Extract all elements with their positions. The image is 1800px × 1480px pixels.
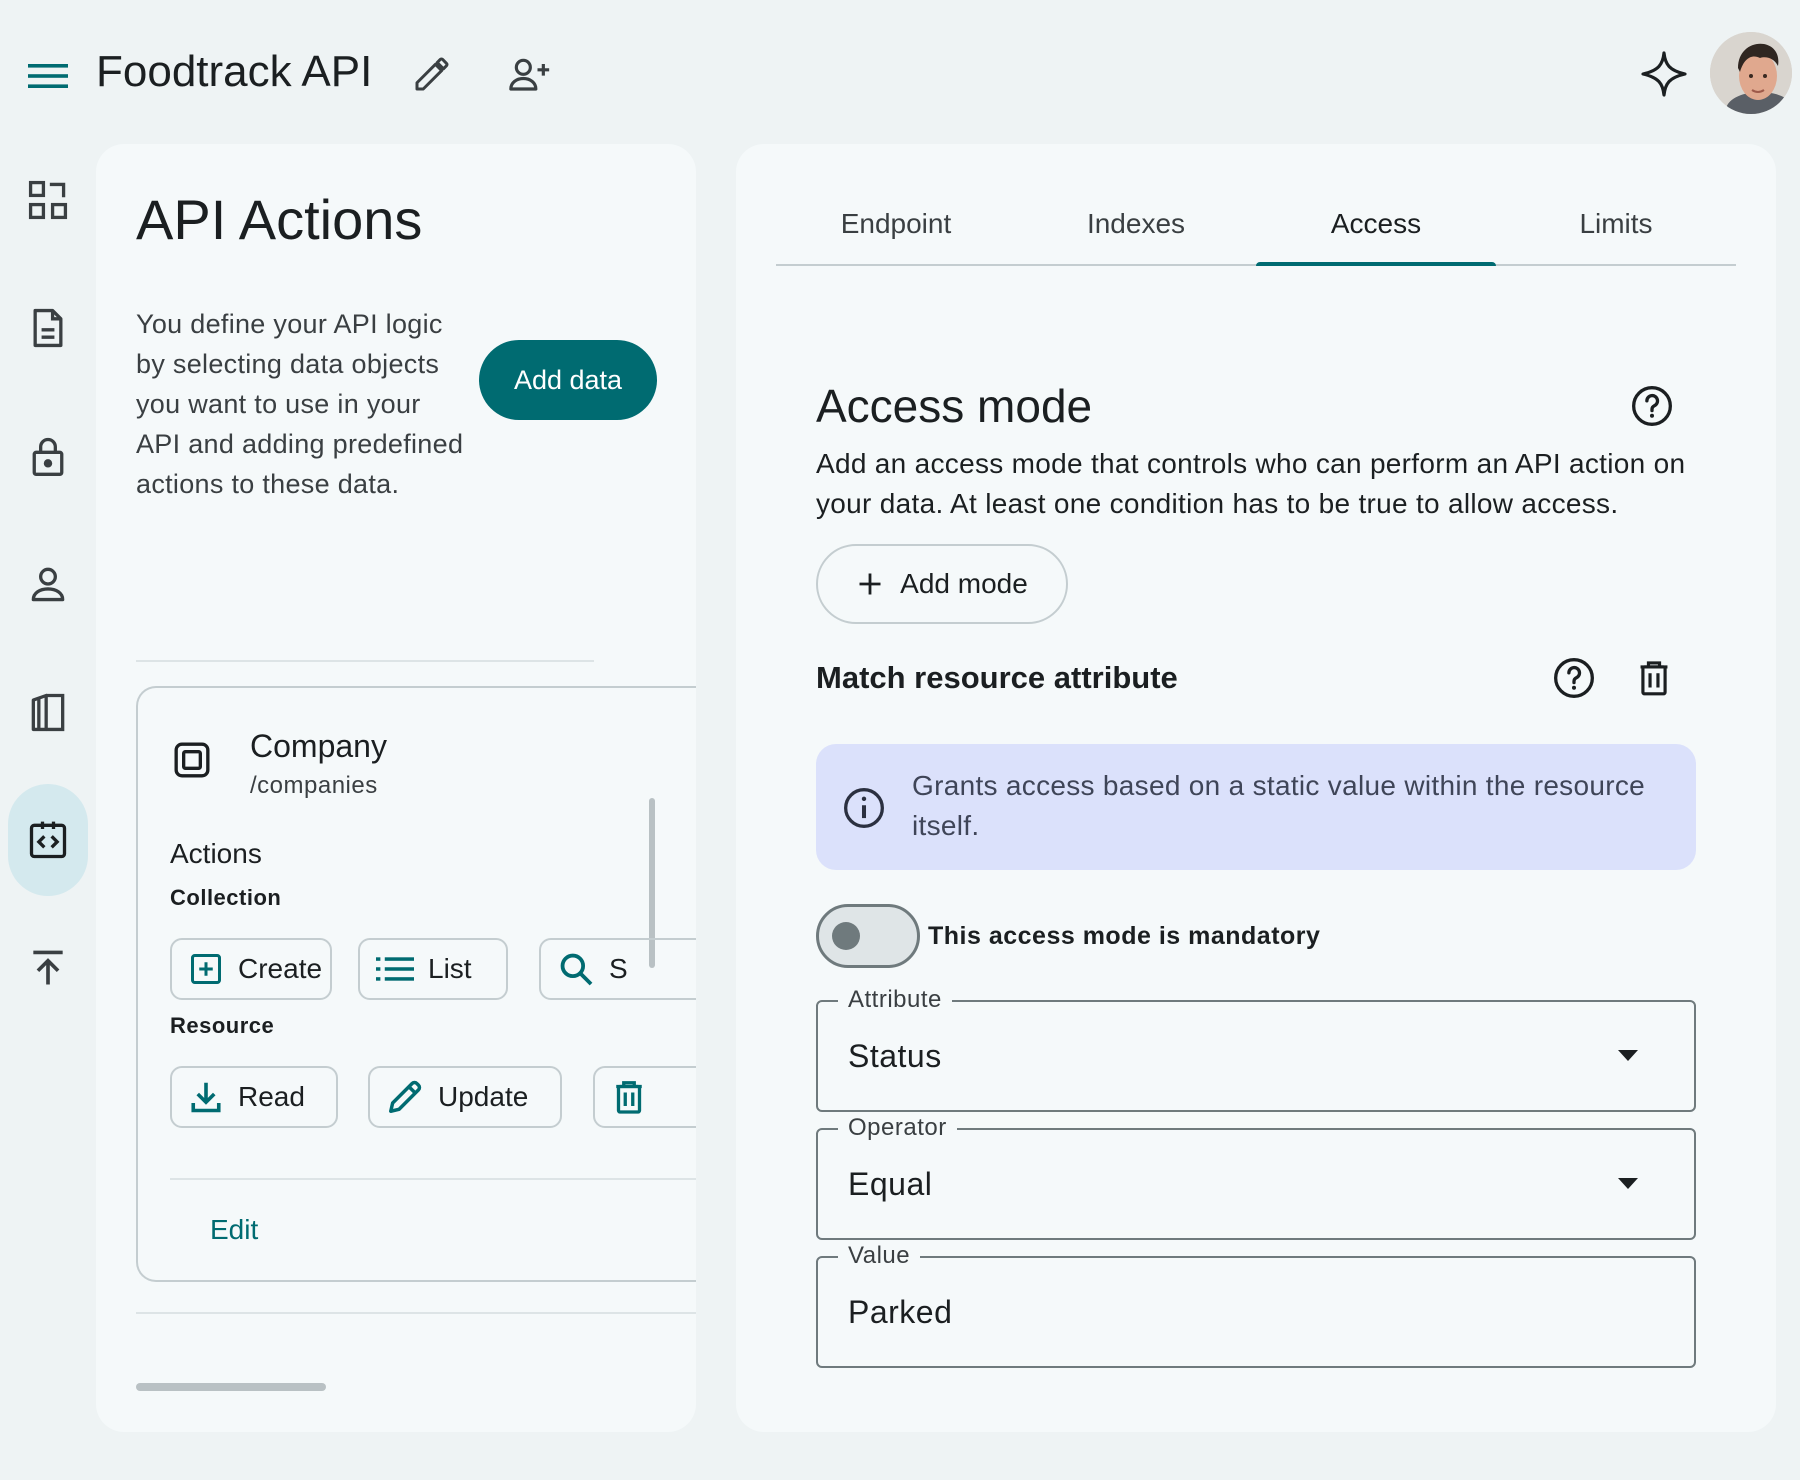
menu-button[interactable] [24, 52, 72, 100]
operator-label: Operator [838, 1112, 957, 1144]
document-icon [26, 306, 70, 350]
delete-rule-button[interactable] [1628, 652, 1680, 704]
attribute-value: Status [848, 1038, 942, 1074]
lock-icon [26, 434, 70, 478]
rail-item-documents[interactable] [8, 288, 88, 368]
info-banner: Grants access based on a static value wi… [816, 744, 1696, 870]
attribute-label: Attribute [838, 984, 952, 1016]
operator-select[interactable]: Operator Equal [816, 1112, 1696, 1240]
create-action-chip[interactable]: Create [170, 938, 332, 1000]
assistant-button[interactable] [1634, 44, 1694, 104]
value-label: Value [838, 1240, 921, 1272]
mandatory-label: This access mode is mandatory [928, 922, 1321, 950]
list-action-label: List [428, 953, 472, 984]
upload-icon [26, 946, 70, 990]
operator-value: Equal [848, 1166, 933, 1202]
tab-bar: Endpoint Indexes Access Limits [776, 184, 1736, 266]
rail-item-deploy[interactable] [8, 928, 88, 1008]
help-icon [1552, 656, 1596, 700]
update-action-chip[interactable]: Update [368, 1066, 562, 1128]
value-text: Parked [848, 1294, 953, 1330]
collection-label: Collection [170, 885, 282, 910]
access-mode-title: Access mode [816, 380, 1093, 432]
toggle-knob [832, 922, 860, 950]
pencil-icon [386, 1078, 424, 1116]
match-help-button[interactable] [1548, 652, 1600, 704]
add-mode-label: Add mode [900, 568, 1028, 599]
download-icon [188, 1079, 224, 1115]
panel-title: API Actions [136, 188, 423, 251]
actions-title: Actions [170, 838, 262, 869]
search-action-chip[interactable]: S [539, 938, 696, 1000]
add-mode-button[interactable]: Add mode [816, 544, 1068, 624]
add-data-button[interactable]: Add data [479, 340, 657, 420]
resource-label: Resource [170, 1013, 275, 1038]
person-icon [26, 562, 70, 606]
settings-panel: Endpoint Indexes Access Limits Access mo… [736, 144, 1776, 1432]
search-icon [557, 950, 595, 988]
tab-indexes[interactable]: Indexes [1016, 184, 1256, 264]
api-code-icon [26, 818, 70, 862]
tab-limits[interactable]: Limits [1496, 184, 1736, 264]
tab-endpoint[interactable]: Endpoint [776, 184, 1016, 264]
attribute-select[interactable]: Attribute Status [816, 984, 1696, 1112]
divider [136, 660, 594, 662]
list-icon [376, 954, 414, 984]
info-icon [842, 786, 886, 830]
add-box-icon [188, 951, 224, 987]
resource-card: Company /companies Actions Collection Cr… [136, 686, 696, 1282]
person-add-icon [506, 54, 554, 94]
update-action-label: Update [438, 1081, 529, 1112]
edit-resource-link[interactable]: Edit [210, 1212, 258, 1248]
trash-icon [1635, 658, 1673, 698]
read-action-label: Read [238, 1081, 305, 1112]
dropdown-arrow-icon [1618, 1050, 1638, 1061]
card-divider [170, 1178, 696, 1180]
info-text: Grants access based on a static value wi… [912, 770, 1646, 841]
rail-item-users[interactable] [8, 544, 88, 624]
list-action-chip[interactable]: List [358, 938, 508, 1000]
rail-item-security[interactable] [8, 416, 88, 496]
resource-name: Company [250, 728, 387, 764]
dropdown-arrow-icon [1618, 1178, 1638, 1189]
delete-action-chip[interactable] [593, 1066, 696, 1128]
dashboard-icon [26, 178, 70, 222]
menu-icon [28, 62, 68, 90]
access-mode-help-button[interactable] [1626, 380, 1678, 432]
create-action-label: Create [238, 953, 323, 984]
api-actions-panel: API Actions You define your API logic by… [96, 144, 696, 1432]
rail-item-dashboard[interactable] [8, 160, 88, 240]
read-action-chip[interactable]: Read [170, 1066, 338, 1128]
rail-item-api[interactable] [8, 784, 88, 896]
edit-title-button[interactable] [404, 46, 460, 102]
app-title: Foodtrack API [96, 47, 373, 96]
value-input[interactable]: Value Parked [816, 1240, 1696, 1368]
horizontal-scrollbar[interactable] [136, 1383, 326, 1391]
match-rule-title: Match resource attribute [816, 660, 1178, 695]
sparkle-icon [1640, 50, 1688, 98]
panel-description: You define your API logic by selecting d… [136, 309, 464, 499]
tab-access[interactable]: Access [1256, 184, 1496, 266]
divider [136, 1312, 696, 1314]
help-icon [1630, 384, 1674, 428]
user-avatar[interactable] [1710, 32, 1792, 114]
access-mode-description: Add an access mode that controls who can… [816, 448, 1686, 519]
rail-item-docs[interactable] [8, 672, 88, 752]
data-object-icon [170, 738, 214, 782]
mandatory-toggle[interactable] [816, 904, 920, 968]
search-action-label: S [609, 953, 628, 984]
plus-icon [856, 570, 884, 598]
resource-path: /companies [250, 772, 378, 799]
pencil-icon [412, 54, 452, 94]
trash-icon [611, 1078, 647, 1116]
share-button[interactable] [502, 46, 558, 102]
book-icon [26, 690, 70, 734]
